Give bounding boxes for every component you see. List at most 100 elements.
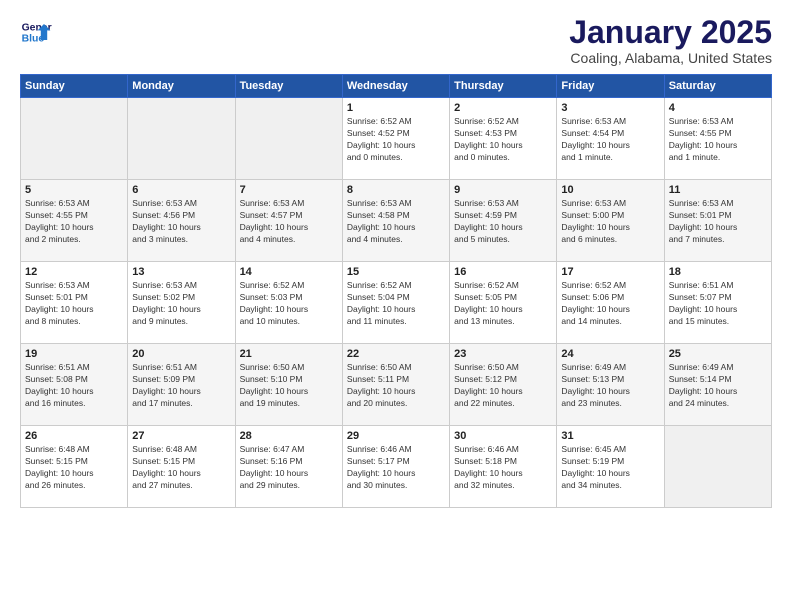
table-row: 31Sunrise: 6:45 AM Sunset: 5:19 PM Dayli… xyxy=(557,426,664,508)
table-row: 12 Sunrise: 6:53 AM Sunset: 5:01 PM Dayli… xyxy=(21,262,128,344)
day-info: Sunrise: 6:52 AM Sunset: 5:06 PM Dayligh… xyxy=(561,280,659,328)
table-row: 20 Sunrise: 6:51 AM Sunset: 5:09 PM Dayli… xyxy=(128,344,235,426)
day-number: 11 xyxy=(669,184,767,196)
table-row: 15Sunrise: 6:52 AM Sunset: 5:04 PM Dayli… xyxy=(342,262,449,344)
header: General Blue January 2025 Coaling, Alaba… xyxy=(20,16,772,66)
table-row: 22Sunrise: 6:50 AM Sunset: 5:11 PM Dayli… xyxy=(342,344,449,426)
day-number: 1 xyxy=(347,102,445,114)
table-row: 27 Sunrise: 6:48 AM Sunset: 5:15 PM Dayli… xyxy=(128,426,235,508)
table-row: 18 Sunrise: 6:51 AM Sunset: 5:07 PM Dayli… xyxy=(664,262,771,344)
table-row: 25Sunrise: 6:49 AM Sunset: 5:14 PM Dayli… xyxy=(664,344,771,426)
day-info: Sunrise: 6:52 AM Sunset: 4:52 PM Dayligh… xyxy=(347,116,445,164)
day-info: Sunrise: 6:48 AM Sunset: 5:15 PM Dayligh… xyxy=(132,444,230,492)
logo-icon: General Blue xyxy=(20,16,52,48)
table-row: 24 Sunrise: 6:49 AM Sunset: 5:13 PM Dayli… xyxy=(557,344,664,426)
day-number: 2 xyxy=(454,102,552,114)
table-row: 11Sunrise: 6:53 AM Sunset: 5:01 PM Dayli… xyxy=(664,180,771,262)
day-number: 19 xyxy=(25,348,123,360)
col-tuesday: Tuesday xyxy=(235,75,342,98)
logo: General Blue xyxy=(20,16,52,48)
col-saturday: Saturday xyxy=(664,75,771,98)
day-number: 28 xyxy=(240,430,338,442)
table-row: 17 Sunrise: 6:52 AM Sunset: 5:06 PM Dayli… xyxy=(557,262,664,344)
table-row: 14 Sunrise: 6:52 AM Sunset: 5:03 PM Dayli… xyxy=(235,262,342,344)
table-row: 9 Sunrise: 6:53 AM Sunset: 4:59 PM Daylig… xyxy=(450,180,557,262)
day-info: Sunrise: 6:53 AM Sunset: 5:01 PM Dayligh… xyxy=(25,280,123,328)
day-number: 17 xyxy=(561,266,659,278)
day-info: Sunrise: 6:49 AM Sunset: 5:13 PM Dayligh… xyxy=(561,362,659,410)
table-row: 23Sunrise: 6:50 AM Sunset: 5:12 PM Dayli… xyxy=(450,344,557,426)
day-info: Sunrise: 6:52 AM Sunset: 4:53 PM Dayligh… xyxy=(454,116,552,164)
day-number: 12 xyxy=(25,266,123,278)
col-sunday: Sunday xyxy=(21,75,128,98)
day-number: 20 xyxy=(132,348,230,360)
day-number: 9 xyxy=(454,184,552,196)
table-row: 29Sunrise: 6:46 AM Sunset: 5:17 PM Dayli… xyxy=(342,426,449,508)
col-thursday: Thursday xyxy=(450,75,557,98)
day-info: Sunrise: 6:53 AM Sunset: 4:54 PM Dayligh… xyxy=(561,116,659,164)
table-row: 19 Sunrise: 6:51 AM Sunset: 5:08 PM Dayli… xyxy=(21,344,128,426)
calendar-week-row: 12 Sunrise: 6:53 AM Sunset: 5:01 PM Dayli… xyxy=(21,262,772,344)
col-friday: Friday xyxy=(557,75,664,98)
day-info: Sunrise: 6:51 AM Sunset: 5:08 PM Dayligh… xyxy=(25,362,123,410)
table-row: 21 Sunrise: 6:50 AM Sunset: 5:10 PM Dayli… xyxy=(235,344,342,426)
day-info: Sunrise: 6:53 AM Sunset: 4:59 PM Dayligh… xyxy=(454,198,552,246)
table-row: 16 Sunrise: 6:52 AM Sunset: 5:05 PM Dayli… xyxy=(450,262,557,344)
table-row: 28 Sunrise: 6:47 AM Sunset: 5:16 PM Dayli… xyxy=(235,426,342,508)
table-row: 30 Sunrise: 6:46 AM Sunset: 5:18 PM Dayli… xyxy=(450,426,557,508)
table-row: 13 Sunrise: 6:53 AM Sunset: 5:02 PM Dayli… xyxy=(128,262,235,344)
day-number: 23 xyxy=(454,348,552,360)
day-number: 29 xyxy=(347,430,445,442)
table-row: 2 Sunrise: 6:52 AM Sunset: 4:53 PM Daylig… xyxy=(450,98,557,180)
calendar-week-row: 1 Sunrise: 6:52 AM Sunset: 4:52 PM Daylig… xyxy=(21,98,772,180)
table-row xyxy=(664,426,771,508)
title-block: January 2025 Coaling, Alabama, United St… xyxy=(569,16,772,66)
day-number: 18 xyxy=(669,266,767,278)
day-info: Sunrise: 6:52 AM Sunset: 5:03 PM Dayligh… xyxy=(240,280,338,328)
day-info: Sunrise: 6:48 AM Sunset: 5:15 PM Dayligh… xyxy=(25,444,123,492)
day-info: Sunrise: 6:52 AM Sunset: 5:05 PM Dayligh… xyxy=(454,280,552,328)
table-row xyxy=(128,98,235,180)
day-info: Sunrise: 6:51 AM Sunset: 5:07 PM Dayligh… xyxy=(669,280,767,328)
table-row xyxy=(21,98,128,180)
day-number: 21 xyxy=(240,348,338,360)
day-number: 27 xyxy=(132,430,230,442)
day-info: Sunrise: 6:53 AM Sunset: 5:02 PM Dayligh… xyxy=(132,280,230,328)
day-number: 16 xyxy=(454,266,552,278)
calendar-week-row: 5Sunrise: 6:53 AM Sunset: 4:55 PM Daylig… xyxy=(21,180,772,262)
day-number: 3 xyxy=(561,102,659,114)
day-info: Sunrise: 6:49 AM Sunset: 5:14 PM Dayligh… xyxy=(669,362,767,410)
calendar-header-row: Sunday Monday Tuesday Wednesday Thursday… xyxy=(21,75,772,98)
table-row: 7 Sunrise: 6:53 AM Sunset: 4:57 PM Daylig… xyxy=(235,180,342,262)
sub-title: Coaling, Alabama, United States xyxy=(569,50,772,66)
day-info: Sunrise: 6:47 AM Sunset: 5:16 PM Dayligh… xyxy=(240,444,338,492)
day-number: 13 xyxy=(132,266,230,278)
table-row: 1 Sunrise: 6:52 AM Sunset: 4:52 PM Daylig… xyxy=(342,98,449,180)
day-number: 24 xyxy=(561,348,659,360)
day-info: Sunrise: 6:51 AM Sunset: 5:09 PM Dayligh… xyxy=(132,362,230,410)
day-number: 14 xyxy=(240,266,338,278)
day-number: 4 xyxy=(669,102,767,114)
table-row: 6Sunrise: 6:53 AM Sunset: 4:56 PM Daylig… xyxy=(128,180,235,262)
calendar-week-row: 26Sunrise: 6:48 AM Sunset: 5:15 PM Dayli… xyxy=(21,426,772,508)
table-row: 8Sunrise: 6:53 AM Sunset: 4:58 PM Daylig… xyxy=(342,180,449,262)
day-number: 7 xyxy=(240,184,338,196)
table-row xyxy=(235,98,342,180)
day-info: Sunrise: 6:53 AM Sunset: 4:55 PM Dayligh… xyxy=(669,116,767,164)
day-number: 22 xyxy=(347,348,445,360)
day-info: Sunrise: 6:46 AM Sunset: 5:18 PM Dayligh… xyxy=(454,444,552,492)
day-info: Sunrise: 6:50 AM Sunset: 5:10 PM Dayligh… xyxy=(240,362,338,410)
col-wednesday: Wednesday xyxy=(342,75,449,98)
day-number: 10 xyxy=(561,184,659,196)
day-number: 30 xyxy=(454,430,552,442)
page: General Blue January 2025 Coaling, Alaba… xyxy=(0,0,792,612)
calendar-week-row: 19 Sunrise: 6:51 AM Sunset: 5:08 PM Dayli… xyxy=(21,344,772,426)
table-row: 10Sunrise: 6:53 AM Sunset: 5:00 PM Dayli… xyxy=(557,180,664,262)
col-monday: Monday xyxy=(128,75,235,98)
day-number: 5 xyxy=(25,184,123,196)
day-info: Sunrise: 6:53 AM Sunset: 4:57 PM Dayligh… xyxy=(240,198,338,246)
table-row: 4 Sunrise: 6:53 AM Sunset: 4:55 PM Daylig… xyxy=(664,98,771,180)
day-info: Sunrise: 6:53 AM Sunset: 4:58 PM Dayligh… xyxy=(347,198,445,246)
table-row: 26Sunrise: 6:48 AM Sunset: 5:15 PM Dayli… xyxy=(21,426,128,508)
day-number: 6 xyxy=(132,184,230,196)
